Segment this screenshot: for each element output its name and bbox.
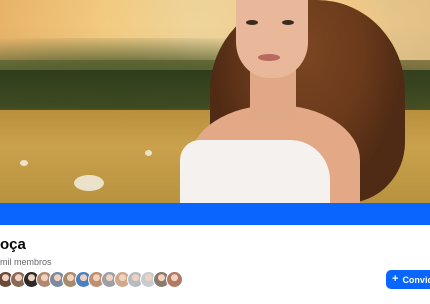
- member-count[interactable]: mil membros: [0, 257, 52, 267]
- group-page: oça mil membros + Convidar: [0, 0, 430, 304]
- cover-flower: [74, 175, 104, 191]
- cover-photo[interactable]: [0, 0, 430, 203]
- member-avatars[interactable]: [0, 271, 183, 288]
- invite-button-label: Convidar: [402, 274, 430, 285]
- portrait-eye-left: [246, 20, 258, 25]
- portrait-face: [236, 0, 308, 78]
- invite-button[interactable]: + Convidar: [386, 270, 430, 289]
- cover-flower: [20, 160, 28, 166]
- portrait-dress: [180, 140, 330, 203]
- group-title: oça: [0, 236, 26, 253]
- cover-flower: [145, 150, 152, 156]
- portrait-lips: [258, 54, 280, 61]
- member-avatar[interactable]: [166, 271, 183, 288]
- cover-bottom-band: [0, 203, 430, 225]
- portrait-eye-right: [282, 20, 294, 25]
- plus-icon: +: [392, 273, 399, 285]
